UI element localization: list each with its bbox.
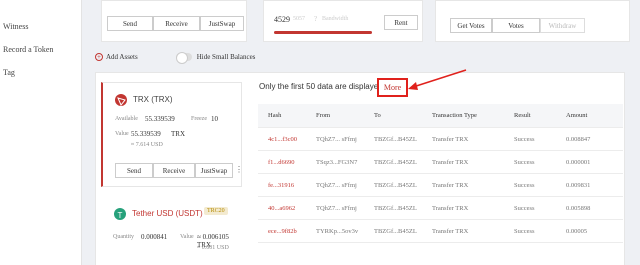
tx-from[interactable]: TSqz3...FG3N7 [316,159,357,166]
sidebar-item-tag[interactable]: Tag [3,68,15,77]
tx-type: Transfer TRX [432,205,469,212]
transactions-table-header: Hash From To Transaction Type Result Amo… [258,104,623,128]
account-actions-card: Send Receive JustSwap [101,0,247,42]
usdt-usd-value: ≈ 0.001 USD [197,245,229,251]
hide-small-balances-label: Hide Small Balances [196,53,256,61]
tx-hash-link[interactable]: ece...9f82b [268,228,297,235]
usdt-logo-icon: T [114,208,126,220]
tx-amount: 0.009831 [566,182,591,189]
tx-type: Transfer TRX [432,136,469,143]
tx-result: Success [514,182,535,189]
sidebar-item-record-token[interactable]: Record a Token [3,45,53,54]
assets-toolbar: + Add Assets Hide Small Balances [95,52,256,64]
quantity-value: 0.000841 [141,233,168,241]
bandwidth-card: 4529 5057 ? Bandwidth Rent [263,0,423,42]
get-votes-button[interactable]: Get Votes [450,18,492,33]
trx-send-button[interactable]: Send [115,163,153,178]
quantity-label: Quantity [113,234,134,240]
more-options-icon[interactable]: ⋮ [235,165,243,174]
help-icon: ? [314,15,318,23]
usdt-asset-card: T Tether USD (USDT) TRC20 Quantity 0.000… [101,195,242,265]
available-value: 55.339539 [145,115,175,123]
tx-result: Success [514,205,535,212]
bandwidth-label: Bandwidth [322,16,349,22]
sidebar-item-witness[interactable]: Witness [3,22,28,31]
trx-logo-icon [115,94,127,106]
add-assets-link[interactable]: Add Assets [106,53,138,61]
col-transaction-type: Transaction Type [432,112,477,119]
svg-text:T: T [118,211,123,220]
voting-card: Get Votes Votes Withdraw [435,0,630,42]
sidebar: Witness Record a Token Tag [0,0,82,265]
trx-receive-button[interactable]: Receive [153,163,195,178]
tx-type: Transfer TRX [432,159,469,166]
votes-button[interactable]: Votes [492,18,540,33]
tx-amount: 0.008847 [566,136,591,143]
more-link-label: More [383,83,402,92]
tx-hash-link[interactable]: 4c1...f3c00 [268,136,297,143]
bandwidth-value: 4529 [274,15,290,24]
tx-amount: 0.005898 [566,205,591,212]
tx-to[interactable]: TBZGf...B45ZL [374,182,417,189]
tx-to[interactable]: TBZGf...B45ZL [374,205,417,212]
tx-hash-link[interactable]: fe...31916 [268,182,294,189]
table-row[interactable]: 4c1...f3c00 TQhZ7... sFfmj TBZGf...B45ZL… [258,128,623,151]
trc20-badge: TRC20 [204,207,228,215]
col-to: To [374,112,381,119]
add-icon[interactable]: + [95,53,103,61]
tx-from[interactable]: TQhZ7... sFfmj [316,205,357,212]
trx-usd-value: ≈ 7.614 USD [131,142,163,148]
tx-to[interactable]: TBZGf...B45ZL [374,228,417,235]
value-amount: 55.339539 [131,130,161,138]
usdt-title[interactable]: Tether USD (USDT) [132,209,203,218]
table-row[interactable]: f1...d6690 TSqz3...FG3N7 TBZGf...B45ZL T… [258,151,623,174]
tx-from[interactable]: TQhZ7... sFfmj [316,182,357,189]
table-row[interactable]: fe...31916 TQhZ7... sFfmj TBZGf...B45ZL … [258,174,623,197]
tx-type: Transfer TRX [432,182,469,189]
col-from: From [316,112,331,119]
trx-asset-card: TRX (TRX) Available 55.339539 Freeze 10 … [101,82,243,187]
bandwidth-progress-bar [274,31,372,34]
tx-result: Success [514,136,535,143]
tx-amount: 0.000001 [566,159,591,166]
tx-result: Success [514,159,535,166]
tx-hash-link[interactable]: 40...a6962 [268,205,295,212]
freeze-label: Freeze [191,116,207,122]
tx-to[interactable]: TBZGf...B45ZL [374,159,417,166]
tx-amount: 0.00005 [566,228,588,235]
bandwidth-total: 5057 [293,16,305,22]
tx-from[interactable]: TYRKp...5ov3v [316,228,358,235]
withdraw-button[interactable]: Withdraw [540,18,585,33]
table-row[interactable]: 40...a6962 TQhZ7... sFfmj TBZGf...B45ZL … [258,197,623,220]
freeze-value: 10 [211,115,218,123]
receive-button[interactable]: Receive [153,16,200,31]
tx-from[interactable]: TQhZ7... sFfmj [316,136,357,143]
col-amount: Amount [566,112,588,119]
value-unit: TRX [171,130,185,138]
tx-type: Transfer TRX [432,228,469,235]
value-label: Value [115,131,129,137]
justswap-button[interactable]: JustSwap [200,16,244,31]
tx-to[interactable]: TBZGf...B45ZL [374,136,417,143]
tx-hash-link[interactable]: f1...d6690 [268,159,295,166]
available-label: Available [115,116,138,122]
trx-justswap-button[interactable]: JustSwap [195,163,233,178]
tx-result: Success [514,228,535,235]
col-hash: Hash [268,112,282,119]
col-result: Result [514,112,531,119]
notice-text: Only the first 50 data are displayed [259,82,383,91]
rent-button[interactable]: Rent [384,15,418,30]
hide-small-balances-toggle[interactable] [175,52,192,64]
annotation-arrow [408,69,467,90]
table-row[interactable]: ece...9f82b TYRKp...5ov3v TBZGf...B45ZL … [258,220,623,243]
usdt-value-label: Value [180,234,194,240]
send-button[interactable]: Send [107,16,153,31]
trx-title: TRX (TRX) [133,95,173,104]
